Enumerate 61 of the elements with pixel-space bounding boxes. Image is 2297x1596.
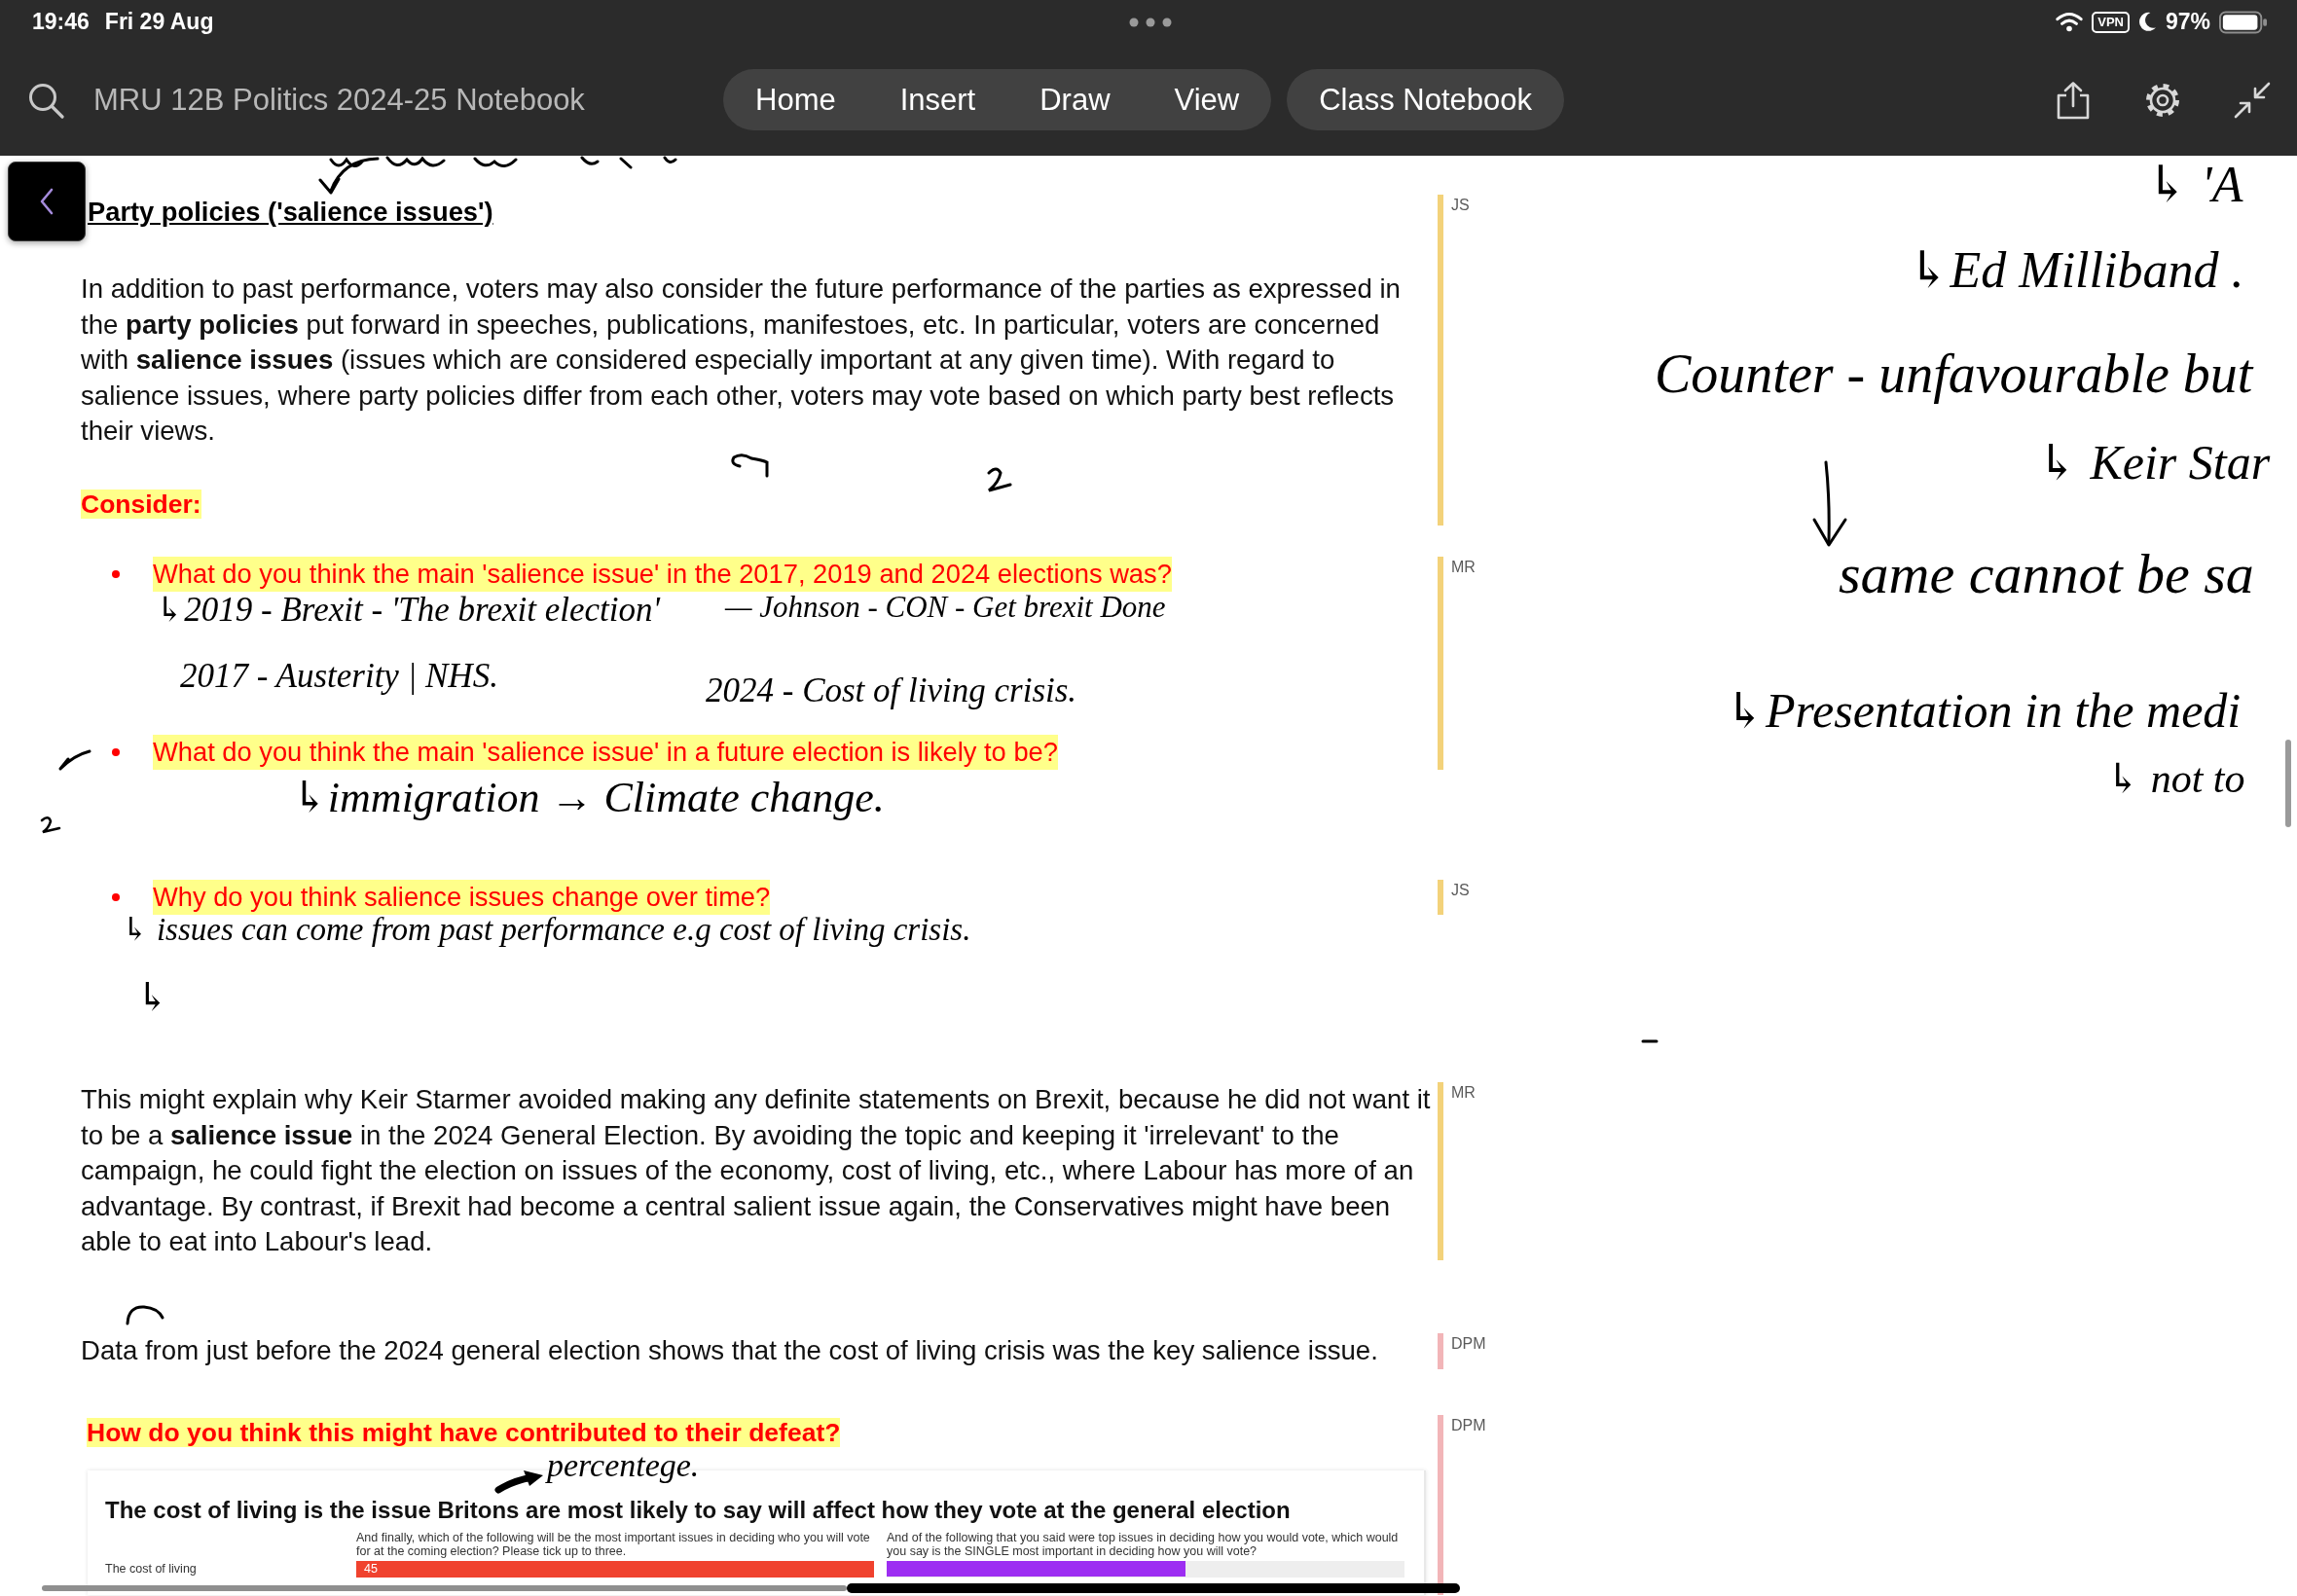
highlighted-question: How do you think this might have contributed to their defeat? [87, 1417, 841, 1447]
bullet-icon [112, 892, 120, 901]
handwritten-note: ↳ [136, 976, 169, 1019]
bullet-icon [112, 747, 120, 756]
moon-icon [2137, 12, 2157, 32]
handwritten-note: 2024 - Cost of living crisis. [706, 671, 1077, 710]
more-dots-icon[interactable] [1128, 17, 1172, 27]
handwritten-note: ↳Ed Milliband . [1908, 242, 2244, 299]
author-initials: JS [1451, 196, 1470, 215]
ink-mark-icon [985, 465, 1014, 494]
ink-arrow-icon [1810, 459, 1849, 549]
body-paragraph: Data from just before the 2024 general election shows that the cost of living crisis was the key salience issue. [81, 1333, 1378, 1367]
back-button[interactable] [8, 162, 86, 241]
survey-question: And finally, which of the following will be the most important issues in deciding who you will vote for at the coming election? Please tick up to three. [356, 1530, 871, 1558]
highlighted-label: Consider: [81, 489, 201, 519]
handwritten-note: 2017 - Austerity | NHS. [180, 657, 498, 696]
handwritten-note: ↳ Keir Star [2037, 435, 2271, 490]
class-notebook-button[interactable]: Class Notebook [1287, 69, 1565, 130]
survey-question: And of the following that you said were top issues in deciding how you would vote, which would you say is the SINGLE most important in deciding how you will vote? [887, 1530, 1400, 1558]
chart-title: The cost of living is the issue Britons are most likely to say will affect how they vote at the general election [105, 1495, 1292, 1525]
bullet-icon [112, 569, 120, 578]
author-initials: JS [1451, 880, 1470, 900]
handwritten-note: ↳2019 - Brexit - 'The brexit election' [156, 591, 660, 630]
row-label: The cost of living [105, 1561, 198, 1577]
search-icon[interactable] [27, 81, 64, 119]
author-initials: MR [1451, 1082, 1476, 1103]
section-heading: Party policies ('salience issues') [88, 197, 493, 227]
handwritten-note: percentege. [547, 1447, 700, 1484]
ink-squiggle-icon [728, 453, 771, 478]
highlighted-question: Why do you think salience issues change over time? [153, 879, 771, 915]
collapse-icon[interactable] [2233, 80, 2272, 120]
handwritten-note: ↳immigration → Climate change. [292, 774, 885, 822]
notebook-title: MRU 12B Politics 2024-25 Notebook [93, 82, 586, 118]
battery-percent: 97% [2165, 9, 2210, 35]
body-paragraph: This might explain why Keir Starmer avoided making any definite statements on Brexit, because he did not want it to be a salience issue in the 2024 General Election. By avoiding the topic and keeping it 'irrelevant' to the campaign, he could fight the election on issues of the economy, cost of living, etc., where Labour has more of an advantage. By contrast, if Brexit had become a central salient issue again, the Conservatives might have been able to eat into Labour's lead. [81, 1082, 1432, 1259]
handwritten-note: same cannot be sa [1839, 543, 2254, 605]
handwritten-note: Counter - unfavourable but [1655, 345, 2253, 405]
handwritten-note: ↳ 'A [2146, 157, 2243, 213]
chevron-left-icon [39, 188, 55, 215]
body-paragraph: In addition to past performance, voters may also consider the future performance of the parties as expressed in the party policies put forward in speeches, publications, manifestoes, etc. In particular, voters are concerned with salience issues (issues which are considered especially important at any given time). With regard to salience issues, where party policies differ from each other, voters may vote based on which party best reflects their views. [81, 272, 1402, 449]
wifi-icon [2056, 12, 2084, 32]
handwritten-note: ↳ not to [2106, 755, 2245, 802]
ribbon-tab[interactable]: Insert [867, 69, 1008, 130]
status-date: Fri 29 Aug [104, 9, 214, 35]
handwritten-note: — Johnson - CON - Get brexit Done [725, 590, 1166, 625]
author-initials: MR [1451, 557, 1476, 577]
ribbon-tab[interactable]: Draw [1007, 69, 1143, 130]
handwritten-note: ↳Presentation in the medi [1725, 683, 2242, 738]
ink-arc-icon [125, 1304, 165, 1325]
bar-value: 45 [364, 1561, 378, 1577]
author-initials: DPM [1451, 1333, 1486, 1354]
highlighted-question: What do you think the main 'salience issue' in a future election is likely to be? [153, 734, 1058, 770]
battery-icon [2219, 10, 2268, 34]
vpn-badge: VPN [2092, 11, 2130, 33]
ink-dash-icon [1641, 1037, 1659, 1045]
ink-mark-icon [56, 747, 93, 773]
author-initials: DPM [1451, 1415, 1486, 1435]
highlighted-question: What do you think the main 'salience issue' in the 2017, 2019 and 2024 elections was? [153, 556, 1172, 592]
status-time: 19:46 [32, 9, 90, 35]
ribbon-tab[interactable]: Home [723, 69, 868, 130]
ribbon-tab[interactable]: View [1142, 69, 1272, 130]
